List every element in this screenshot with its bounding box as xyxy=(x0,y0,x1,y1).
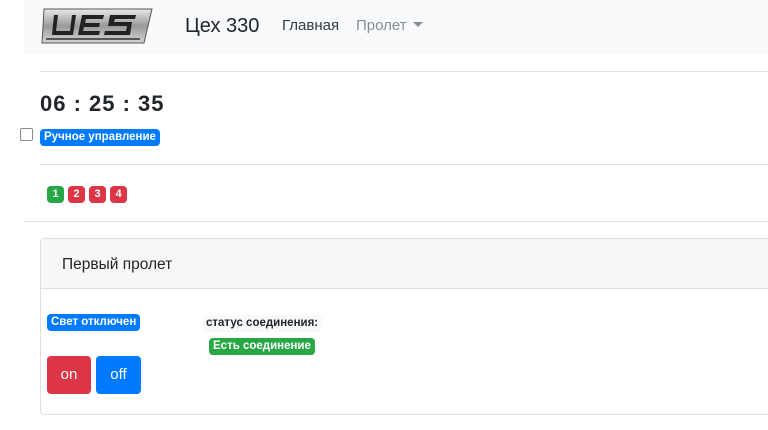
off-button[interactable]: off xyxy=(96,356,141,394)
panel-title: Первый пролет xyxy=(62,256,173,273)
nav-dropdown-label: Пролет xyxy=(356,17,407,34)
panel-header: Первый пролет xyxy=(41,239,768,289)
connection-status-label: статус соединения: xyxy=(202,315,323,332)
brand-title[interactable]: Цех 330 xyxy=(185,14,259,38)
span-badge-1[interactable]: 1 xyxy=(47,186,64,203)
manual-control-label: Ручное управление xyxy=(40,129,160,146)
light-status-badge: Свет отключен xyxy=(47,314,141,331)
page: Цех 330 Главная Пролет 06 : 25 : 35 Ручн… xyxy=(0,0,768,430)
span-badge-3[interactable]: 3 xyxy=(89,186,106,203)
divider xyxy=(24,221,768,222)
navbar: Цех 330 Главная Пролет xyxy=(24,0,768,54)
connection-status-badge: Есть соединение xyxy=(209,338,315,355)
clock: 06 : 25 : 35 xyxy=(40,91,165,116)
nav-dropdown-span[interactable]: Пролет xyxy=(356,17,423,35)
divider xyxy=(40,164,768,165)
divider xyxy=(40,71,768,72)
span-badge-4[interactable]: 4 xyxy=(110,186,127,203)
company-logo[interactable] xyxy=(40,5,154,47)
chevron-down-icon xyxy=(412,22,423,27)
manual-control-checkbox[interactable] xyxy=(20,128,33,141)
span-badge-2[interactable]: 2 xyxy=(68,186,85,203)
nav-link-home[interactable]: Главная xyxy=(282,17,339,35)
span-panel: Первый пролет Свет отключен статус соеди… xyxy=(40,238,768,415)
on-button[interactable]: on xyxy=(47,356,91,394)
